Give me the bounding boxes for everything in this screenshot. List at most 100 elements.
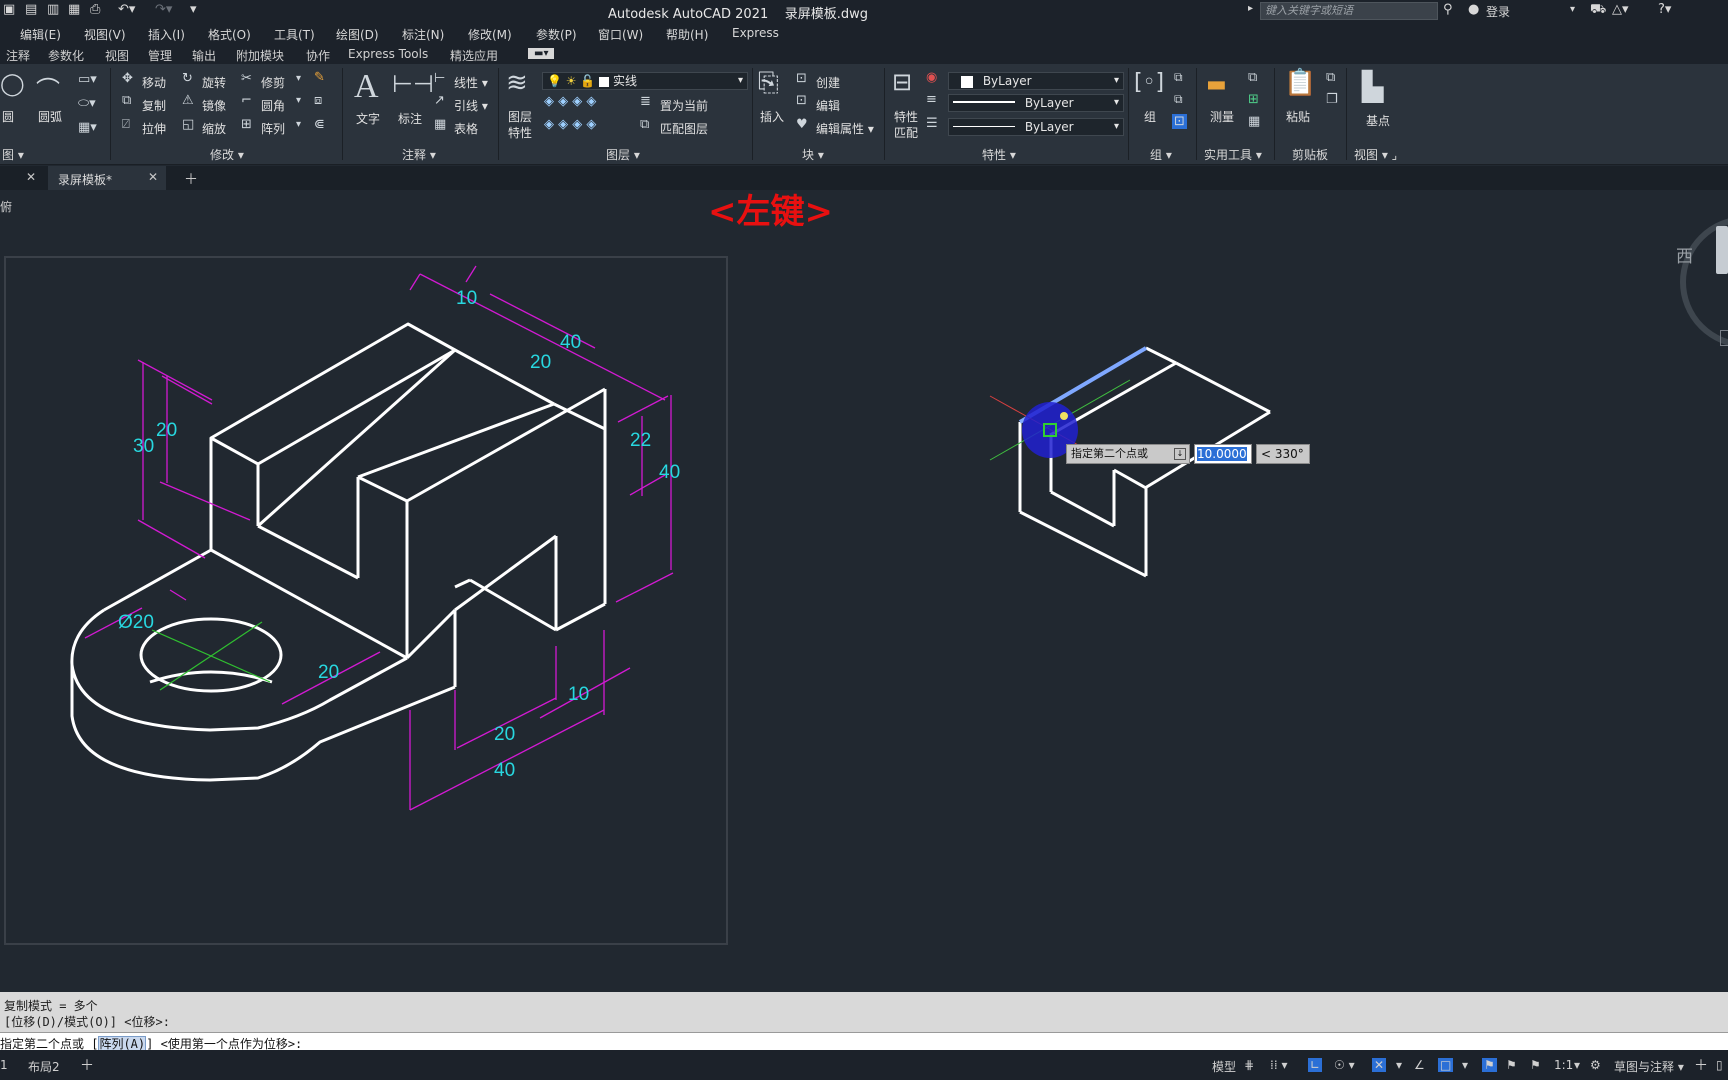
select-all-icon[interactable]: ⊞ xyxy=(1248,92,1259,107)
dimension-button[interactable]: 标注 xyxy=(398,110,422,127)
calculator-icon[interactable]: ▦ xyxy=(1248,114,1260,129)
leader-icon[interactable]: ↗ xyxy=(434,93,445,108)
block-panel-title[interactable]: 块 ▾ xyxy=(802,146,824,163)
paste-icon[interactable]: 📋 xyxy=(1284,68,1316,98)
edit-attributes-icon[interactable]: ♥ xyxy=(796,117,808,132)
add-layout-icon[interactable]: ＋ xyxy=(80,1055,94,1075)
layer-freeze-icon[interactable]: ☀ xyxy=(566,74,577,88)
units-icon[interactable]: ▯ xyxy=(1716,1058,1723,1072)
otrack-icon[interactable]: ∠ xyxy=(1414,1058,1425,1072)
create-block-button[interactable]: 创建 xyxy=(816,74,840,91)
edit-block-icon[interactable]: ⊡ xyxy=(796,93,807,108)
measure-button[interactable]: 测量 xyxy=(1210,108,1234,125)
tab-featured-apps[interactable]: 精选应用 xyxy=(450,47,498,64)
cut-icon[interactable]: ⧉ xyxy=(1326,70,1335,85)
tab-collaborate[interactable]: 协作 xyxy=(306,47,330,64)
group-icon[interactable]: [◦] xyxy=(1134,70,1164,95)
layout-tab[interactable]: 布局2 xyxy=(28,1058,60,1075)
linetype-icon[interactable]: ☰ xyxy=(926,116,938,131)
menu-edit[interactable]: 编辑(E) xyxy=(20,26,61,43)
scale-icon[interactable]: ◱ xyxy=(182,117,194,132)
properties-panel-title[interactable]: 特性 ▾ xyxy=(982,146,1016,163)
arc-icon[interactable]: ⌒ xyxy=(36,70,60,105)
help-icon[interactable]: ?▾ xyxy=(1658,2,1671,17)
tab-document[interactable]: 录屏模板* ✕ xyxy=(48,166,166,190)
new-tab-icon[interactable]: ＋ xyxy=(184,169,198,189)
a360-icon[interactable]: △▾ xyxy=(1612,2,1629,17)
fillet-button[interactable]: 圆角 xyxy=(261,97,285,114)
mirror-button[interactable]: 镜像 xyxy=(202,97,226,114)
tab-annotate[interactable]: 注释 xyxy=(6,47,30,64)
base-view-button[interactable]: 基点 xyxy=(1366,112,1390,129)
user-icon[interactable]: ● xyxy=(1468,2,1479,17)
move-button[interactable]: 移动 xyxy=(142,74,166,91)
layer-tools-row2-icon[interactable]: ◈ ◈ ◈ ◈ xyxy=(544,117,596,132)
match-layer-button[interactable]: 匹配图层 xyxy=(660,120,708,137)
menu-draw[interactable]: 绘图(D) xyxy=(336,26,379,43)
utilities-panel-title[interactable]: 实用工具 ▾ xyxy=(1204,146,1262,163)
insert-block-icon[interactable]: ⎘ xyxy=(758,68,779,99)
distance-input[interactable]: 10.0000 xyxy=(1194,444,1252,464)
array-button[interactable]: 阵列 xyxy=(261,120,285,137)
linetype-dropdown[interactable]: ByLayer ▾ xyxy=(948,118,1124,136)
color-dropdown-icon[interactable]: ▾ xyxy=(1114,73,1119,89)
tab-parametric[interactable]: 参数化 xyxy=(48,47,84,64)
save-as-icon[interactable]: ▤ xyxy=(25,2,37,17)
text-button[interactable]: 文字 xyxy=(356,110,380,127)
osnap-dropdown-icon[interactable]: ▾ xyxy=(1396,1058,1402,1072)
workspace-button[interactable]: 草图与注释 ▾ xyxy=(1614,1058,1684,1075)
polar-icon[interactable]: ☉ ▾ xyxy=(1334,1058,1355,1072)
tab-addins[interactable]: 附加模块 xyxy=(236,47,284,64)
annotation-scale-icon[interactable]: ⚑ xyxy=(1530,1058,1541,1072)
search-input[interactable]: 键入关键字或短语 xyxy=(1260,2,1438,20)
edit-block-button[interactable]: 编辑 xyxy=(816,97,840,114)
layers-panel-title[interactable]: 图层 ▾ xyxy=(606,146,640,163)
offset-icon[interactable]: ⋐ xyxy=(314,117,325,132)
trim-dropdown-icon[interactable]: ▾ xyxy=(296,73,301,84)
table-button[interactable]: 表格 xyxy=(454,120,478,137)
circle-button[interactable]: 圆 xyxy=(2,108,14,125)
trim-button[interactable]: 修剪 xyxy=(261,74,285,91)
insert-button[interactable]: 插入 xyxy=(760,108,784,125)
boundary-icon[interactable]: ▦▾ xyxy=(78,120,97,135)
annotation-visibility-icon[interactable]: ⚑ xyxy=(1482,1058,1497,1072)
menu-dimension[interactable]: 标注(N) xyxy=(402,26,444,43)
menu-modify[interactable]: 修改(M) xyxy=(468,26,512,43)
set-current-icon[interactable]: ≣ xyxy=(640,94,651,109)
open-icon[interactable]: ▥ xyxy=(47,2,59,17)
undo-icon[interactable]: ↶▾ xyxy=(118,2,135,17)
customize-icon[interactable]: ▾ xyxy=(190,2,197,17)
paste-button[interactable]: 粘贴 xyxy=(1286,108,1310,125)
close-tab-icon[interactable]: ✕ xyxy=(26,170,36,184)
lineweight-dropdown[interactable]: ByLayer ▾ xyxy=(948,94,1124,112)
copy-clip-icon[interactable]: ❐ xyxy=(1326,92,1338,107)
circle-icon[interactable]: ◯ xyxy=(0,72,25,97)
scale-button[interactable]: 缩放 xyxy=(202,120,226,137)
text-icon[interactable]: A xyxy=(354,68,379,106)
tab-view[interactable]: 视图 xyxy=(105,47,129,64)
layer-properties-icon[interactable]: ≋ xyxy=(506,68,528,98)
angle-input[interactable]: < 330° xyxy=(1256,444,1310,464)
arc-button[interactable]: 圆弧 xyxy=(38,108,62,125)
search-icon[interactable]: ⚲ xyxy=(1443,2,1453,17)
tab-output[interactable]: 输出 xyxy=(192,47,216,64)
hatch-icon[interactable]: ⬭▾ xyxy=(78,96,96,111)
lineweight-icon[interactable]: ≡ xyxy=(926,92,937,107)
menu-format[interactable]: 格式(O) xyxy=(208,26,251,43)
color-dropdown[interactable]: ByLayer ▾ xyxy=(948,72,1124,90)
rotate-button[interactable]: 旋转 xyxy=(202,74,226,91)
layer-dropdown[interactable]: 💡 ☀ 🔓 实线 ▾ xyxy=(542,72,748,90)
layer-lock-icon[interactable]: 🔓 xyxy=(580,74,595,88)
linetype-dropdown-icon[interactable]: ▾ xyxy=(1114,119,1119,135)
array-icon[interactable]: ⊞ xyxy=(241,117,252,132)
copy-button[interactable]: 复制 xyxy=(142,97,166,114)
menu-window[interactable]: 窗口(W) xyxy=(598,26,643,43)
groups-panel-title[interactable]: 组 ▾ xyxy=(1150,146,1172,163)
selection-dropdown-icon[interactable]: ▾ xyxy=(1462,1058,1468,1072)
explode-icon[interactable]: ⧈ xyxy=(314,93,322,108)
match-properties-icon[interactable]: ⊟ xyxy=(892,68,912,96)
rectangle-icon[interactable]: ▭▾ xyxy=(78,72,97,87)
osnap-icon[interactable]: ✕ xyxy=(1372,1058,1387,1072)
match-properties-button[interactable]: 特性 xyxy=(894,108,918,125)
draw-panel-title[interactable]: 图 ▾ xyxy=(2,146,24,163)
